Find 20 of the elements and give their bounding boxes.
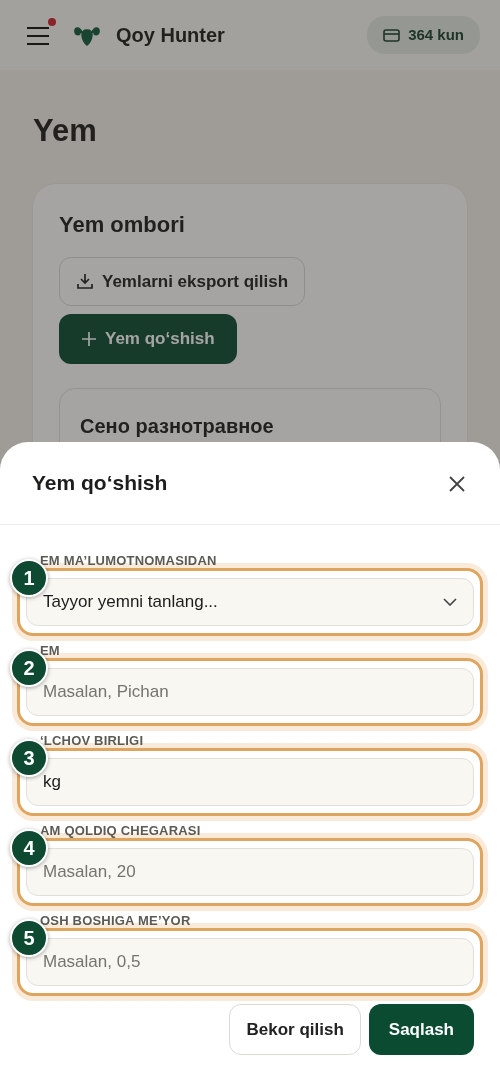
menu-icon[interactable] bbox=[26, 25, 50, 46]
field-label: ‘LCHOV BIRLIGI bbox=[39, 734, 145, 748]
subscription-badge[interactable]: 364 kun bbox=[367, 15, 480, 55]
chevron-down-icon bbox=[443, 598, 457, 606]
download-icon bbox=[76, 272, 94, 291]
add-feed-button[interactable]: Yem qo‘shish bbox=[59, 314, 237, 364]
save-button[interactable]: Saqlash bbox=[368, 1003, 474, 1055]
close-icon bbox=[448, 474, 466, 493]
export-button[interactable]: Yemlarni eksport qilish bbox=[59, 256, 306, 306]
app-title: Qoy Hunter bbox=[116, 23, 225, 48]
field-label: OSH BOSHIGA ME’YOR bbox=[39, 914, 192, 928]
card-icon bbox=[383, 28, 401, 42]
feed-name: Сено разнотравное bbox=[80, 414, 274, 437]
plus-icon bbox=[81, 330, 97, 347]
modal-title: Yem qo‘shish bbox=[32, 470, 168, 497]
page-title: Yem bbox=[33, 112, 98, 150]
field-label: EM bbox=[39, 644, 61, 658]
card-title: Yem ombori bbox=[59, 210, 186, 239]
cancel-button[interactable]: Bekor qilish bbox=[229, 1003, 361, 1055]
field-label: EM MA’LUMOTNOMASIDAN bbox=[39, 554, 218, 568]
